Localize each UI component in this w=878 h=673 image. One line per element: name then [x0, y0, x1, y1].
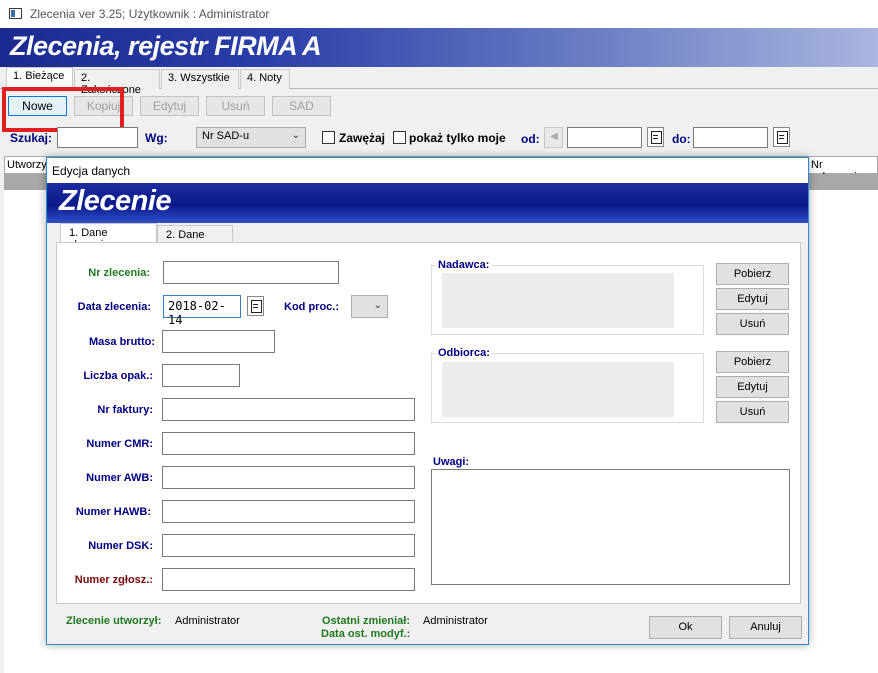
nadawca-label: Nadawca:	[436, 259, 492, 271]
nr-faktury-input[interactable]	[162, 398, 415, 421]
masa-brutto-input[interactable]	[162, 330, 275, 353]
nr-zlecenia-label: Nr zlecenia:	[88, 267, 150, 279]
tylko-moje-label: pokaż tylko moje	[409, 131, 506, 145]
nadawca-pobierz-button[interactable]: Pobierz	[716, 263, 789, 285]
odbiorca-edytuj-button[interactable]: Edytuj	[716, 376, 789, 398]
wg-label: Wg:	[145, 131, 168, 145]
numer-hawb-label: Numer HAWB:	[75, 506, 151, 518]
dane-zlecenia-panel: Nr zlecenia: Data zlecenia: 2018-02-14 K…	[56, 242, 801, 604]
chevron-left-icon: ◀	[550, 131, 558, 142]
sad-button[interactable]: SAD	[272, 96, 331, 116]
chevron-down-icon: ⌄	[373, 300, 382, 311]
chevron-down-icon: ⌄	[291, 130, 300, 141]
masa-brutto-label: Masa brutto:	[89, 336, 155, 348]
zawezaj-label: Zawężaj	[339, 131, 386, 145]
odbiorca-display	[442, 362, 674, 417]
odbiorca-usun-button[interactable]: Usuń	[716, 401, 789, 423]
numer-awb-input[interactable]	[162, 466, 415, 489]
ok-button[interactable]: Ok	[649, 616, 722, 639]
tab-dane-tro[interactable]: 2. Dane TRO	[157, 225, 233, 253]
nadawca-usun-button[interactable]: Usuń	[716, 313, 789, 335]
nr-zlecenia-input[interactable]	[163, 261, 339, 284]
tab-wszystkie[interactable]: 3. Wszystkie	[161, 69, 239, 89]
banner-title: Zlecenia, rejestr FIRMA A	[10, 31, 322, 61]
nr-faktury-label: Nr faktury:	[97, 404, 153, 416]
calendar-icon[interactable]	[247, 296, 264, 316]
numer-hawb-input[interactable]	[162, 500, 415, 523]
dialog-title: Edycja danych	[52, 164, 131, 178]
nadawca-edytuj-button[interactable]: Edytuj	[716, 288, 789, 310]
od-label: od:	[521, 132, 540, 146]
usun-button[interactable]: Usuń	[206, 96, 265, 116]
szukaj-label: Szukaj:	[10, 131, 53, 145]
numer-zglosz-label: Numer zgłosz.:	[74, 574, 153, 586]
calendar-icon[interactable]	[773, 127, 790, 147]
do-date-input[interactable]	[693, 127, 768, 148]
numer-dsk-input[interactable]	[162, 534, 415, 557]
zmienial-label: Ostatni zmieniał:	[322, 615, 411, 627]
data-zlecenia-input[interactable]: 2018-02-14	[163, 295, 241, 327]
tab-biezace[interactable]: 1. Bieżące	[6, 67, 73, 89]
tab-dane-zlecenia[interactable]: 1. Dane zlecenia	[60, 223, 157, 251]
data-modyf-label: Data ost. modyf.:	[321, 628, 411, 640]
zmienial-value: Administrator	[423, 615, 488, 627]
uwagi-label: Uwagi:	[433, 456, 470, 468]
kod-proc-select[interactable]: ⌄	[351, 295, 388, 318]
grid-column-utworzyl[interactable]: Utworzy	[7, 159, 47, 171]
edytuj-button[interactable]: Edytuj	[140, 96, 199, 116]
dialog-banner: Zlecenie	[47, 183, 808, 223]
data-zlecenia-label: Data zlecenia:	[77, 301, 151, 313]
utworzyl-value: Administrator	[175, 615, 240, 627]
window-title: Zlecenia ver 3.25; Użytkownik : Administ…	[30, 7, 270, 21]
dialog-banner-title: Zlecenie	[59, 185, 172, 217]
numer-cmr-input[interactable]	[162, 432, 415, 455]
dialog-title-bar: Edycja danych	[47, 158, 808, 183]
anuluj-button[interactable]: Anuluj	[729, 616, 802, 639]
calendar-icon[interactable]	[647, 127, 664, 147]
numer-dsk-label: Numer DSK:	[88, 540, 153, 552]
liczba-opak-input[interactable]	[162, 364, 240, 387]
liczba-opak-label: Liczba opak.:	[83, 370, 153, 382]
nadawca-display	[442, 273, 674, 328]
tab-noty[interactable]: 4. Noty	[240, 69, 290, 89]
kod-proc-label: Kod proc.:	[284, 301, 339, 313]
utworzyl-label: Zlecenie utworzył:	[66, 615, 162, 627]
numer-cmr-label: Numer CMR:	[86, 438, 153, 450]
tylko-moje-checkbox[interactable]	[393, 131, 406, 144]
edycja-danych-dialog: Edycja danych Zlecenie 1. Dane zlecenia …	[46, 157, 809, 645]
app-icon	[9, 8, 22, 19]
numer-zglosz-input[interactable]	[162, 568, 415, 591]
app-banner: Zlecenia, rejestr FIRMA A	[0, 28, 878, 67]
od-date-input[interactable]	[567, 127, 642, 148]
od-arrow-button[interactable]: ◀	[544, 127, 563, 148]
tab-zakonczone[interactable]: 2. Zakończone	[74, 69, 160, 96]
do-label: do:	[672, 132, 691, 146]
odbiorca-label: Odbiorca:	[436, 347, 492, 359]
uwagi-textarea[interactable]	[431, 469, 790, 585]
wg-select-value: Nr SAD-u	[202, 130, 250, 142]
toolbar: Nowe Kopiuj Edytuj Usuń SAD	[0, 90, 878, 122]
odbiorca-pobierz-button[interactable]: Pobierz	[716, 351, 789, 373]
window-title-bar: Zlecenia ver 3.25; Użytkownik : Administ…	[0, 0, 878, 28]
numer-awb-label: Numer AWB:	[86, 472, 153, 484]
main-tabs: 1. Bieżące 2. Zakończone 3. Wszystkie 4.…	[0, 67, 878, 96]
search-input[interactable]	[57, 127, 138, 148]
zawezaj-checkbox[interactable]	[322, 131, 335, 144]
search-bar: Szukaj: Wg: Nr SAD-u ⌄ Zawężaj pokaż tyl…	[0, 124, 878, 152]
wg-select[interactable]: Nr SAD-u ⌄	[196, 127, 306, 148]
